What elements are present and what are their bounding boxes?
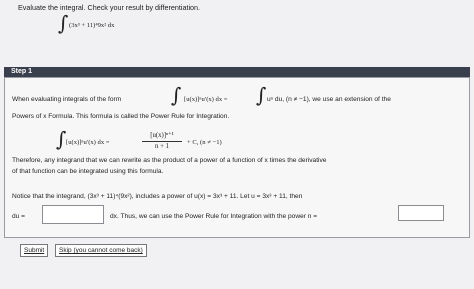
step-label: Step 1 <box>11 68 33 75</box>
therefore-text-cont: of that function can be integrated using… <box>12 168 164 175</box>
rule-tail: + C, (n ≠ −1) <box>187 139 222 146</box>
power-rule-intro: Powers of x Formula. This formula is cal… <box>12 113 230 120</box>
integral-sign-icon: ∫ <box>56 127 67 151</box>
integral-sign-icon: ∫ <box>58 11 69 35</box>
skip-button[interactable]: Skip (you cannot come back) <box>55 244 147 257</box>
form-expression: [u(x)]ⁿu′(x) dx = <box>184 96 228 103</box>
question-integrand: (3x³ + 11)⁴9x² dx <box>69 22 115 29</box>
form-intro-text: When evaluating integrals of the form <box>12 96 122 103</box>
thus-text: dx. Thus, we can use the Power Rule for … <box>110 213 318 220</box>
therefore-text: Therefore, any integrand that we can rew… <box>12 157 327 164</box>
fraction-bar <box>142 141 182 142</box>
rule-denominator: n + 1 <box>154 143 170 150</box>
du-input[interactable] <box>42 205 104 224</box>
integral-sign-icon: ∫ <box>171 83 182 107</box>
step-header: Step 1 <box>4 67 470 77</box>
rule-lhs: [u(x)]ⁿu′(x) dx = <box>66 139 110 146</box>
integral-sign-icon: ∫ <box>256 83 267 107</box>
question-instruction: Evaluate the integral. Check your result… <box>18 3 201 12</box>
submit-button[interactable]: Submit <box>20 244 49 257</box>
form-rhs-text: uⁿ du, (n ≠ −1), we use an extension of … <box>267 96 391 103</box>
n-input[interactable] <box>398 205 444 221</box>
du-label: du = <box>12 213 26 220</box>
rule-numerator: [u(x)]ⁿ⁺¹ <box>150 132 174 139</box>
notice-text: Notice that the integrand, (3x³ + 11)⁴(9… <box>12 193 303 200</box>
